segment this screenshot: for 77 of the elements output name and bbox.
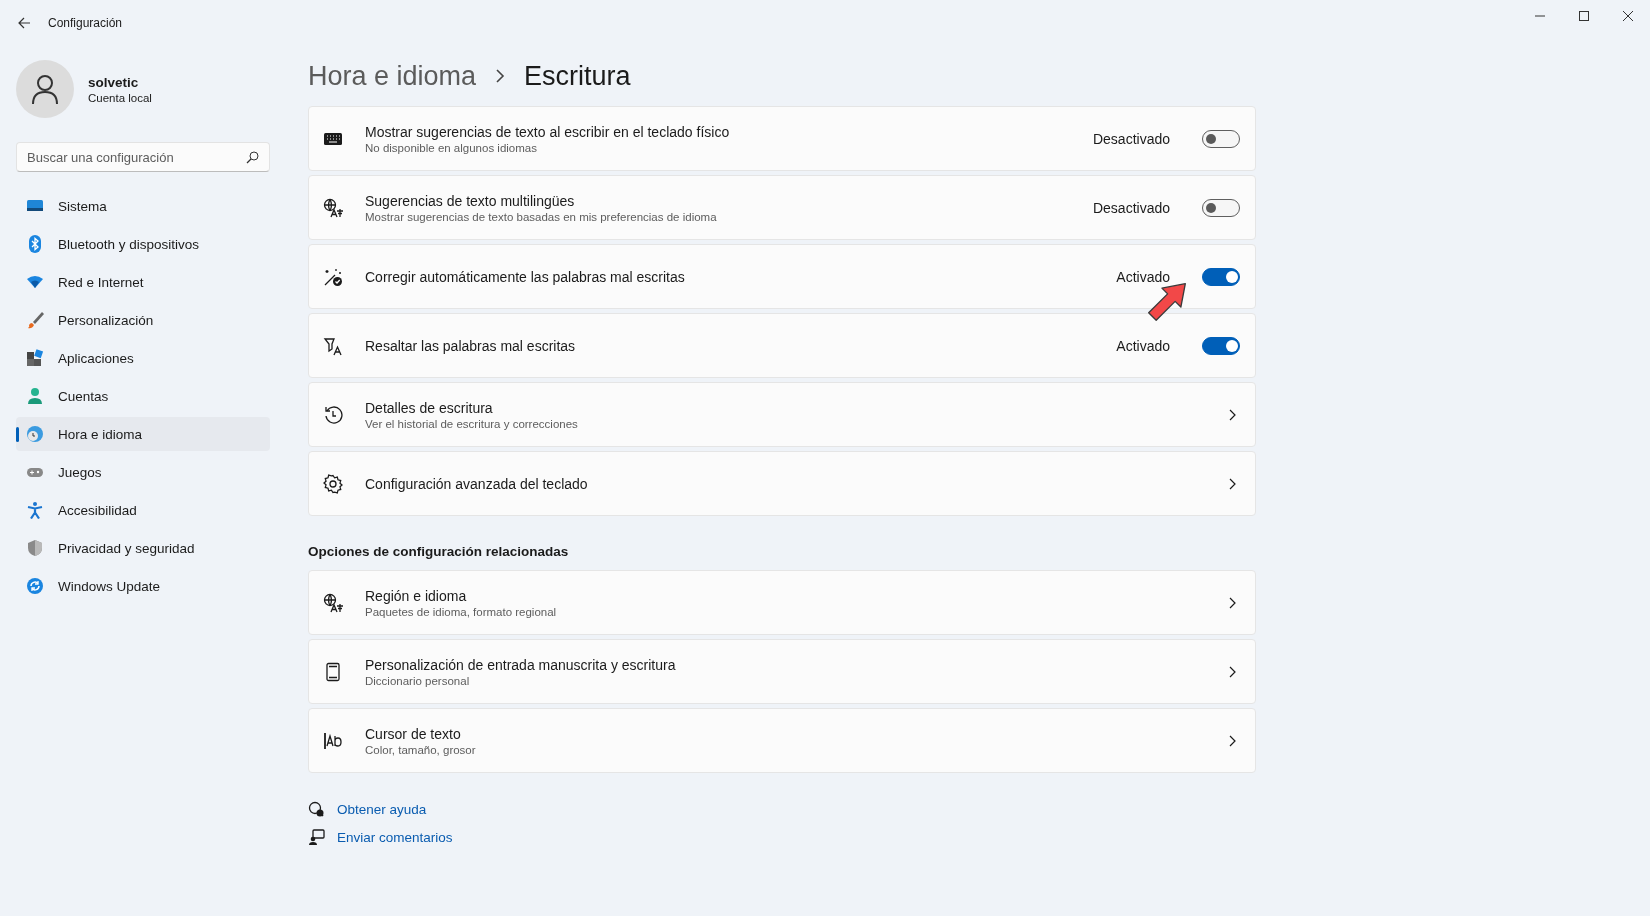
setting-title: Mostrar sugerencias de texto al escribir en el teclado físico bbox=[365, 123, 731, 140]
help-link[interactable]: Obtener ayuda bbox=[337, 802, 427, 817]
translate-icon bbox=[323, 592, 343, 613]
toggle-switch[interactable] bbox=[1202, 198, 1240, 217]
setting-title: Cursor de texto bbox=[365, 725, 462, 742]
toggle-switch[interactable] bbox=[1202, 267, 1240, 286]
search-field[interactable]: Buscar una configuración bbox=[16, 142, 270, 172]
setting-description: Paquetes de idioma, formato regional bbox=[365, 605, 558, 618]
chevron-right-icon bbox=[494, 68, 507, 84]
setting-title: Personalización de entrada manuscrita y escritura bbox=[365, 656, 677, 673]
setting-description: Diccionario personal bbox=[365, 674, 471, 687]
setting-title: Resaltar las palabras mal escritas bbox=[365, 337, 577, 354]
page-title: Escritura bbox=[524, 60, 631, 92]
toggle-state-label: Activado bbox=[1116, 268, 1170, 285]
setting-description: Mostrar sugerencias de texto basadas en mis preferencias de idioma bbox=[365, 210, 718, 223]
apps-icon bbox=[26, 349, 44, 367]
globe-clock-icon bbox=[26, 425, 44, 443]
nav-item[interactable]: Red e Internet bbox=[16, 265, 270, 299]
setting-title: Sugerencias de texto multilingües bbox=[365, 192, 576, 209]
setting-title: Configuración avanzada del teclado bbox=[365, 475, 589, 492]
nav-item[interactable]: Windows Update bbox=[16, 569, 270, 603]
accessibility-icon bbox=[26, 501, 44, 519]
setting-title: Región e idioma bbox=[365, 587, 468, 604]
help-link[interactable]: Enviar comentarios bbox=[337, 830, 453, 845]
bluetooth-icon bbox=[26, 235, 44, 253]
settings-card[interactable]: Detalles de escritura Ver el historial de escritura y correcciones bbox=[308, 382, 1256, 447]
person-icon bbox=[31, 74, 59, 104]
settings-card[interactable]: Configuración avanzada del teclado bbox=[308, 451, 1256, 516]
tablet-icon bbox=[323, 661, 343, 682]
shield-icon bbox=[26, 539, 44, 557]
window-title: Configuración bbox=[48, 16, 123, 30]
settings-card[interactable]: Resaltar las palabras mal escritas Activado bbox=[308, 313, 1256, 378]
person-icon bbox=[26, 387, 44, 405]
maximize-icon bbox=[1579, 11, 1589, 21]
nav-item[interactable]: Hora e idioma bbox=[16, 417, 270, 451]
toggle-switch[interactable] bbox=[1202, 129, 1240, 148]
nav-item[interactable]: Privacidad y seguridad bbox=[16, 531, 270, 565]
search-icon bbox=[246, 151, 259, 164]
settings-card[interactable]: Personalización de entrada manuscrita y escritura Diccionario personal bbox=[308, 639, 1256, 704]
back-arrow-icon bbox=[17, 16, 31, 30]
toggle-state-label: Desactivado bbox=[1092, 130, 1170, 147]
setting-description: Ver el historial de escritura y correcciones bbox=[365, 417, 579, 430]
nav-item[interactable]: Personalización bbox=[16, 303, 270, 337]
setting-description: No disponible en algunos idiomas bbox=[365, 141, 538, 154]
annotation-arrow bbox=[1146, 281, 1188, 323]
toggle-state-label: Activado bbox=[1116, 337, 1170, 354]
settings-card[interactable]: Mostrar sugerencias de texto al escribir en el teclado físico No disponible en algunos idiomas Desactivado bbox=[308, 106, 1256, 171]
breadcrumb-parent[interactable]: Hora e idioma bbox=[308, 60, 477, 92]
brush-icon bbox=[26, 311, 44, 329]
nav-item[interactable]: Bluetooth y dispositivos bbox=[16, 227, 270, 261]
nav-item[interactable]: Cuentas bbox=[16, 379, 270, 413]
settings-card[interactable]: Cursor de texto Color, tamaño, grosor bbox=[308, 708, 1256, 773]
gear-icon bbox=[323, 473, 343, 494]
nav-item[interactable]: Aplicaciones bbox=[16, 341, 270, 375]
setting-title: Corregir automáticamente las palabras mal escritas bbox=[365, 268, 686, 285]
user-name: solvetic bbox=[88, 74, 140, 90]
settings-card[interactable]: Región e idioma Paquetes de idioma, formato regional bbox=[308, 570, 1256, 635]
nav-item[interactable]: Accesibilidad bbox=[16, 493, 270, 527]
help-icon bbox=[308, 801, 325, 818]
setting-title: Detalles de escritura bbox=[365, 399, 494, 416]
update-icon bbox=[26, 577, 44, 595]
feedback-icon bbox=[308, 829, 325, 846]
close-icon bbox=[1623, 11, 1633, 21]
toggle-switch[interactable] bbox=[1202, 336, 1240, 355]
setting-description: Color, tamaño, grosor bbox=[365, 743, 477, 756]
settings-card[interactable]: Corregir automáticamente las palabras mal escritas Activado bbox=[308, 244, 1256, 309]
highlighter-icon bbox=[323, 335, 343, 356]
nav-item[interactable]: Juegos bbox=[16, 455, 270, 489]
toggle-state-label: Desactivado bbox=[1092, 199, 1170, 216]
account-type: Cuenta local bbox=[88, 91, 152, 104]
wand-check-icon bbox=[323, 266, 343, 287]
nav-item[interactable]: Sistema bbox=[16, 189, 270, 223]
translate-icon bbox=[323, 197, 343, 218]
settings-card[interactable]: Sugerencias de texto multilingües Mostrar sugerencias de texto basadas en mis preferencias de idioma Desactivado bbox=[308, 175, 1256, 240]
section-heading: Opciones de configuración relacionadas bbox=[308, 544, 570, 559]
history-icon bbox=[323, 404, 343, 425]
text-cursor-icon bbox=[323, 730, 343, 751]
